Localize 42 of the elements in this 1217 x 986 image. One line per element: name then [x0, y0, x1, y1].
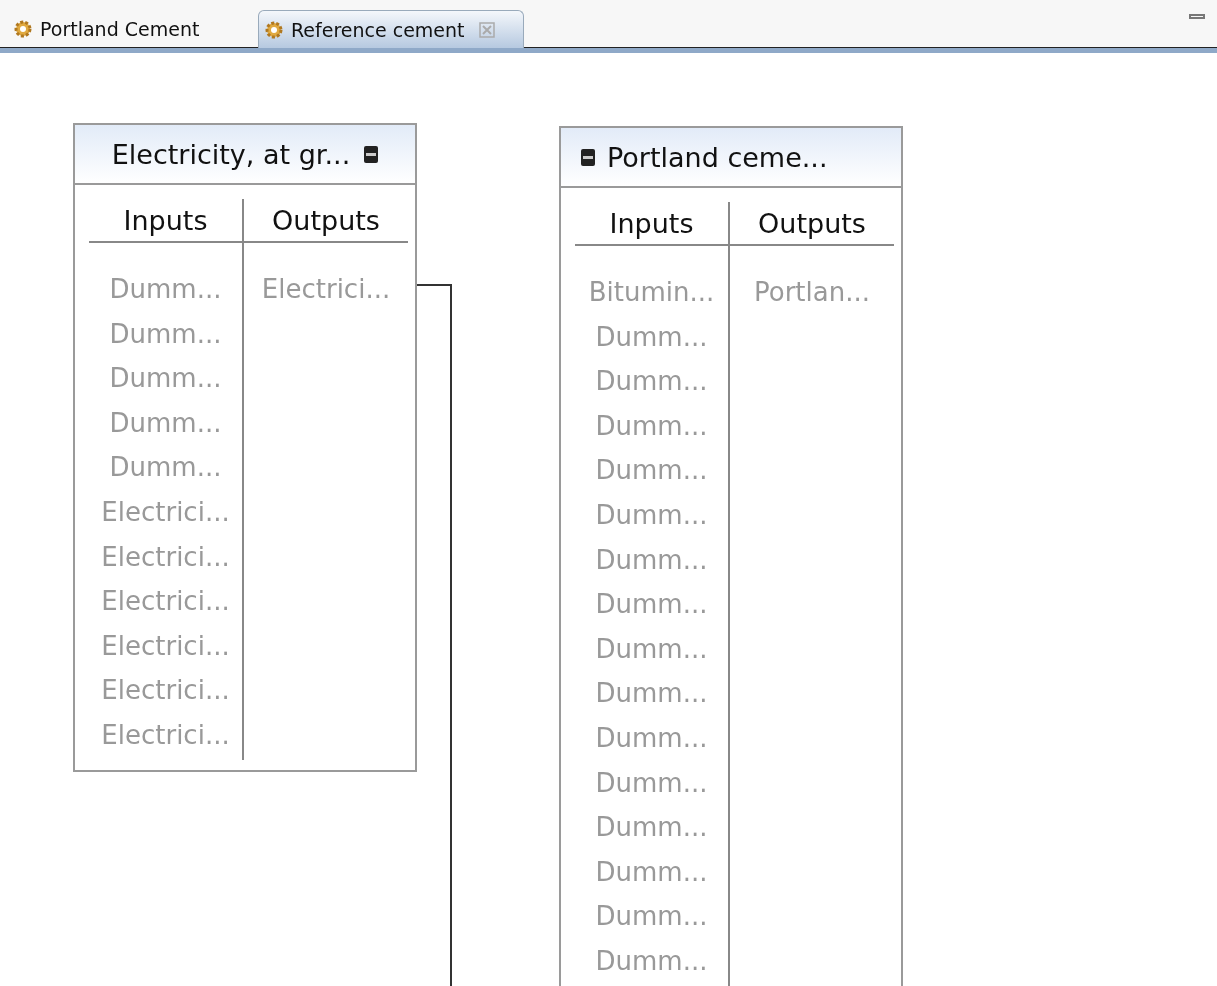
- node-title: Portland ceme...: [607, 141, 828, 173]
- node-title: Electricity, at gr...: [111, 138, 351, 170]
- input-flow[interactable]: Electrici...: [101, 670, 230, 715]
- input-flow[interactable]: Dumm...: [109, 358, 222, 403]
- input-flow[interactable]: Dumm...: [595, 584, 708, 629]
- process-node[interactable]: Portland ceme... Inputs Bitumin... Dumm... Dumm... Dumm... Dumm... Dumm... Dumm... Dumm... Dumm... Dumm... Dumm... Dumm... Dumm... Dumm... Dumm... Dumm... Outputs Portlan...: [559, 126, 903, 986]
- input-flow[interactable]: Dumm...: [109, 402, 222, 448]
- input-flow[interactable]: Dumm...: [595, 405, 708, 451]
- input-flow[interactable]: Dumm...: [595, 628, 708, 674]
- input-flow[interactable]: Dumm...: [109, 313, 222, 359]
- input-flow[interactable]: Dumm...: [595, 807, 708, 852]
- editor-tab[interactable]: Portland Cement: [8, 10, 258, 48]
- input-flow[interactable]: Dumm...: [595, 717, 708, 763]
- input-flow[interactable]: Dumm...: [595, 539, 708, 585]
- column-header: Inputs: [575, 202, 728, 246]
- input-flow[interactable]: Electrici...: [101, 714, 230, 760]
- input-flow[interactable]: Dumm...: [109, 447, 222, 492]
- column-header: Outputs: [730, 202, 894, 246]
- input-flow[interactable]: Dumm...: [595, 940, 708, 986]
- input-flow[interactable]: Electrici...: [101, 581, 230, 626]
- input-flow[interactable]: Dumm...: [595, 851, 708, 897]
- input-flow[interactable]: Dumm...: [595, 361, 708, 406]
- input-flow[interactable]: Dumm...: [109, 269, 222, 314]
- input-flow[interactable]: Dumm...: [595, 316, 708, 362]
- input-flow[interactable]: Dumm...: [595, 762, 708, 808]
- input-flow[interactable]: Electrici...: [101, 536, 230, 582]
- input-flow[interactable]: Dumm...: [595, 673, 708, 718]
- minimize-icon[interactable]: [364, 145, 379, 163]
- input-flow[interactable]: Dumm...: [595, 450, 708, 495]
- input-flow[interactable]: Bitumin...: [588, 272, 715, 317]
- column-header: Outputs: [244, 199, 408, 243]
- gear-icon: [12, 18, 34, 40]
- input-flow[interactable]: Dumm...: [595, 494, 708, 540]
- editor-tab[interactable]: Reference cement: [258, 10, 524, 48]
- minimize-icon[interactable]: [581, 148, 595, 166]
- process-node[interactable]: Electricity, at gr... Inputs Dumm... Dumm... Dumm... Dumm... Dumm... Electrici... Electrici... Electrici... Electrici... Electrici... Electrici... Outputs Electrici...: [73, 123, 417, 772]
- input-flow[interactable]: Electrici...: [101, 491, 230, 537]
- output-flow[interactable]: Electrici...: [261, 269, 391, 314]
- input-flow[interactable]: Electrici...: [101, 625, 230, 671]
- input-flow[interactable]: Dumm...: [595, 896, 708, 941]
- column-header: Inputs: [89, 199, 242, 243]
- output-flow[interactable]: Portlan...: [754, 272, 870, 317]
